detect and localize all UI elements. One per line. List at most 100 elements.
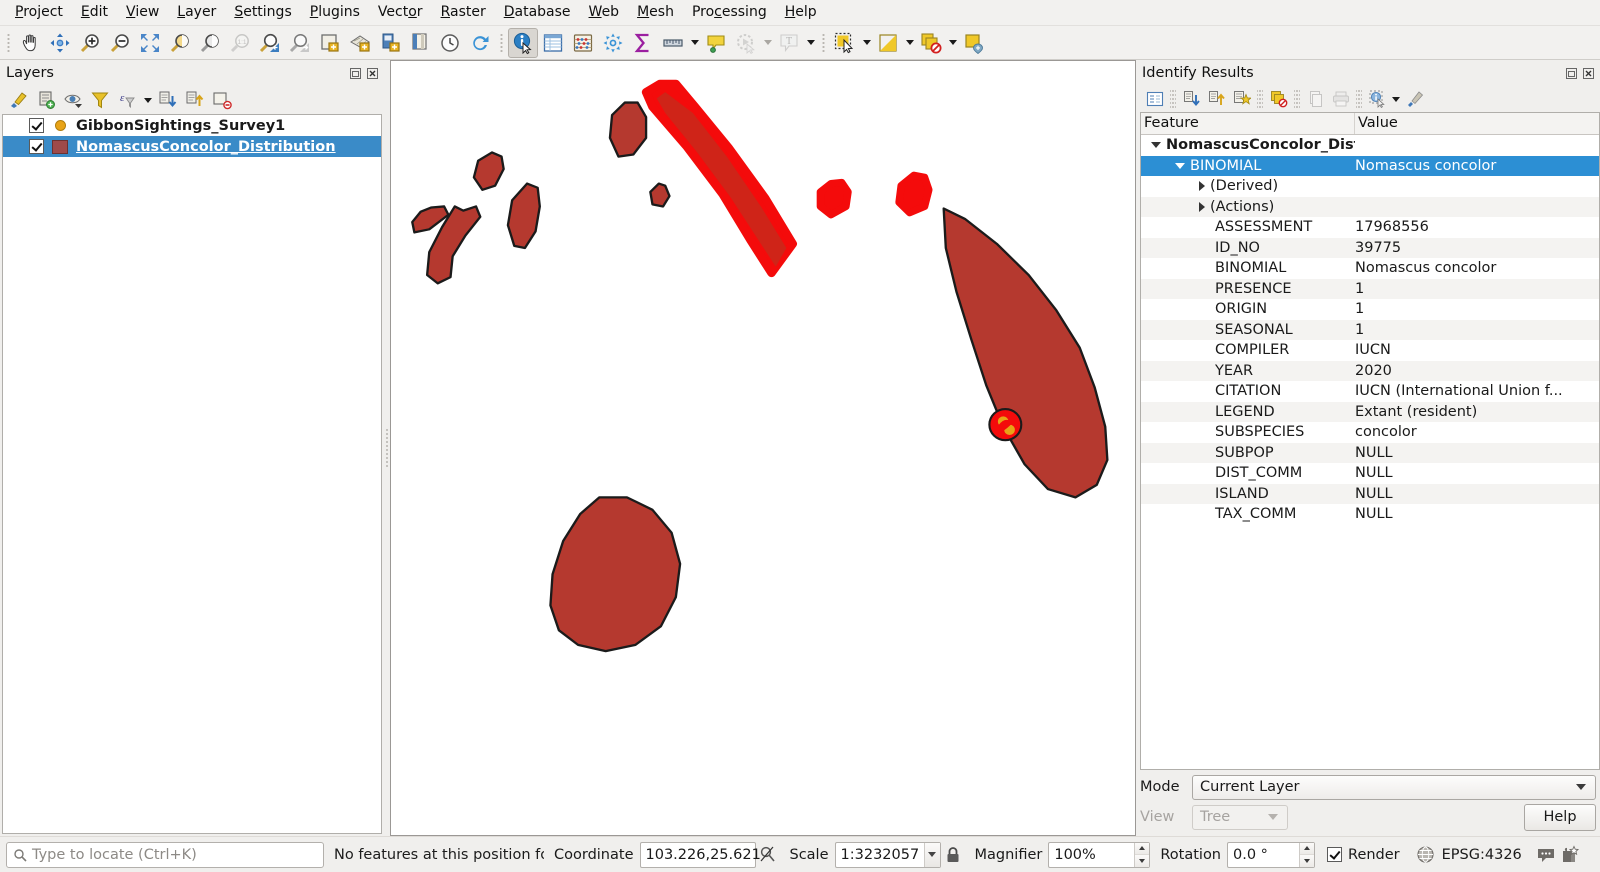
processing-toolbox-icon[interactable] [598, 28, 628, 58]
attribute-row[interactable]: DIST_COMM NULL [1141, 463, 1599, 484]
pan-to-selection-icon[interactable] [45, 28, 75, 58]
measure-dropdown-arrow-icon[interactable] [688, 28, 701, 58]
attribute-row[interactable]: ASSESSMENT 17968556 [1141, 217, 1599, 238]
messages-icon[interactable] [1534, 843, 1558, 867]
layer-item-nomascus-distribution[interactable]: NomascusConcolor_Distribution [3, 136, 381, 157]
menu-edit[interactable]: Edit [72, 1, 117, 24]
render-checkbox[interactable] [1327, 847, 1343, 862]
crs-globe-icon[interactable] [1414, 843, 1438, 867]
menu-help[interactable]: Help [776, 1, 826, 24]
layer-item-gibbon-sightings[interactable]: GibbonSightings_Survey1 [3, 115, 381, 136]
menu-raster[interactable]: Raster [432, 1, 495, 24]
magnifier-stepper[interactable] [1134, 842, 1150, 867]
copy-icon[interactable] [1303, 88, 1328, 111]
select-by-expression-icon[interactable] [873, 28, 903, 58]
expand-new-results-icon[interactable] [1142, 88, 1167, 111]
temporal-controller-icon[interactable] [435, 28, 465, 58]
new-print-layout-icon[interactable] [375, 28, 405, 58]
clear-results-icon[interactable] [1266, 88, 1291, 111]
select-value-icon[interactable] [959, 28, 989, 58]
attribute-row[interactable]: SEASONAL 1 [1141, 319, 1599, 340]
chevron-down-icon[interactable] [1151, 142, 1161, 149]
attribute-row[interactable]: ORIGIN 1 [1141, 299, 1599, 320]
chevron-down-icon[interactable] [924, 842, 940, 867]
chevron-right-icon[interactable] [1199, 181, 1205, 192]
crs-label[interactable]: EPSG:4326 [1442, 847, 1522, 863]
zoom-native-icon[interactable]: 1:1 [225, 28, 255, 58]
select-features-icon[interactable] [830, 28, 860, 58]
identify-layer-node[interactable]: NomascusConcolor_Distribution [1141, 135, 1599, 156]
identify-results-table[interactable]: Feature Value NomascusConcolor_Distribut… [1140, 112, 1600, 770]
menu-settings[interactable]: Settings [225, 1, 300, 24]
undock-icon[interactable] [348, 66, 363, 81]
menu-project[interactable]: Project [6, 1, 72, 24]
attribute-row[interactable]: PRESENCE 1 [1141, 278, 1599, 299]
select-expression-dropdown-arrow-icon[interactable] [903, 28, 916, 58]
attribute-row[interactable]: BINOMIAL Nomascus concolor [1141, 258, 1599, 279]
options-icon[interactable] [1402, 88, 1427, 111]
pan-map-icon[interactable] [15, 28, 45, 58]
mode-select[interactable]: Current Layer [1192, 774, 1596, 800]
zoom-in-icon[interactable] [75, 28, 105, 58]
identify-feature-node[interactable]: BINOMIAL Nomascus concolor [1141, 155, 1599, 176]
attribute-row[interactable]: CITATION IUCN (International Union f... [1141, 381, 1599, 402]
rotation-spinbox[interactable]: 0.0 ° [1227, 841, 1316, 868]
attribute-row[interactable]: SUBPOP NULL [1141, 442, 1599, 463]
manage-map-themes-icon[interactable] [60, 88, 86, 112]
collapse-all-icon[interactable] [182, 88, 208, 112]
menu-plugins[interactable]: Plugins [301, 1, 369, 24]
identify-settings-icon[interactable] [1365, 88, 1390, 111]
style-manager-icon[interactable] [405, 28, 435, 58]
column-header-value[interactable]: Value [1355, 113, 1599, 134]
zoom-out-icon[interactable] [105, 28, 135, 58]
locator-search-input[interactable]: Type to locate (Ctrl+K) [6, 841, 324, 868]
layer-visibility-checkbox[interactable] [29, 139, 44, 154]
filter-legend-icon[interactable] [87, 88, 113, 112]
add-group-icon[interactable] [33, 88, 59, 112]
menu-database[interactable]: Database [495, 1, 580, 24]
undock-icon[interactable] [1564, 66, 1579, 81]
open-attribute-table-icon[interactable] [538, 28, 568, 58]
toolbar-handle[interactable] [5, 31, 12, 54]
attribute-row[interactable]: YEAR 2020 [1141, 360, 1599, 381]
feature-action-dropdown-arrow-icon[interactable] [761, 28, 774, 58]
sum-icon[interactable] [628, 28, 658, 58]
filter-legend-by-expression-icon[interactable]: ε [114, 88, 140, 112]
menu-mesh[interactable]: Mesh [628, 1, 683, 24]
menu-processing[interactable]: Processing [683, 1, 776, 24]
open-layer-styling-panel-icon[interactable] [6, 88, 32, 112]
close-icon[interactable] [1581, 66, 1596, 81]
annotation-dropdown-arrow-icon[interactable] [804, 28, 817, 58]
attribute-row[interactable]: COMPILER IUCN [1141, 340, 1599, 361]
menu-layer[interactable]: Layer [168, 1, 225, 24]
menu-web[interactable]: Web [580, 1, 629, 24]
remove-layer-icon[interactable] [209, 88, 235, 112]
attribute-row[interactable]: SUBSPECIES concolor [1141, 422, 1599, 443]
attribute-row[interactable]: LEGEND Extant (resident) [1141, 401, 1599, 422]
zoom-last-icon[interactable] [255, 28, 285, 58]
identify-features-icon[interactable] [508, 27, 538, 58]
legend-filter-dropdown-arrow-icon[interactable] [141, 88, 154, 112]
scale-combo[interactable]: 1:3232057 [834, 841, 941, 868]
highlight-all-icon[interactable] [1229, 88, 1254, 111]
plugin-manager-icon[interactable] [1558, 843, 1582, 867]
chevron-right-icon[interactable] [1199, 201, 1205, 212]
magnifier-spinbox[interactable]: 100% [1048, 841, 1151, 868]
statistical-summary-icon[interactable] [568, 28, 598, 58]
zoom-next-icon[interactable] [285, 28, 315, 58]
zoom-to-selection-icon[interactable] [165, 28, 195, 58]
help-button[interactable]: Help [1524, 803, 1596, 831]
zoom-full-icon[interactable] [135, 28, 165, 58]
map-canvas[interactable] [390, 60, 1136, 836]
rotation-stepper[interactable] [1299, 842, 1315, 867]
menu-view[interactable]: View [117, 1, 168, 24]
run-feature-action-icon[interactable] [731, 28, 761, 58]
close-icon[interactable] [365, 66, 380, 81]
map-tips-icon[interactable] [701, 28, 731, 58]
new-3d-map-view-icon[interactable] [345, 28, 375, 58]
identify-group-derived[interactable]: (Derived) [1141, 176, 1599, 197]
text-annotation-icon[interactable]: T [774, 28, 804, 58]
attribute-row[interactable]: TAX_COMM NULL [1141, 504, 1599, 525]
menu-vector[interactable]: Vector [369, 1, 432, 24]
toggle-extents-icon[interactable] [756, 843, 780, 867]
